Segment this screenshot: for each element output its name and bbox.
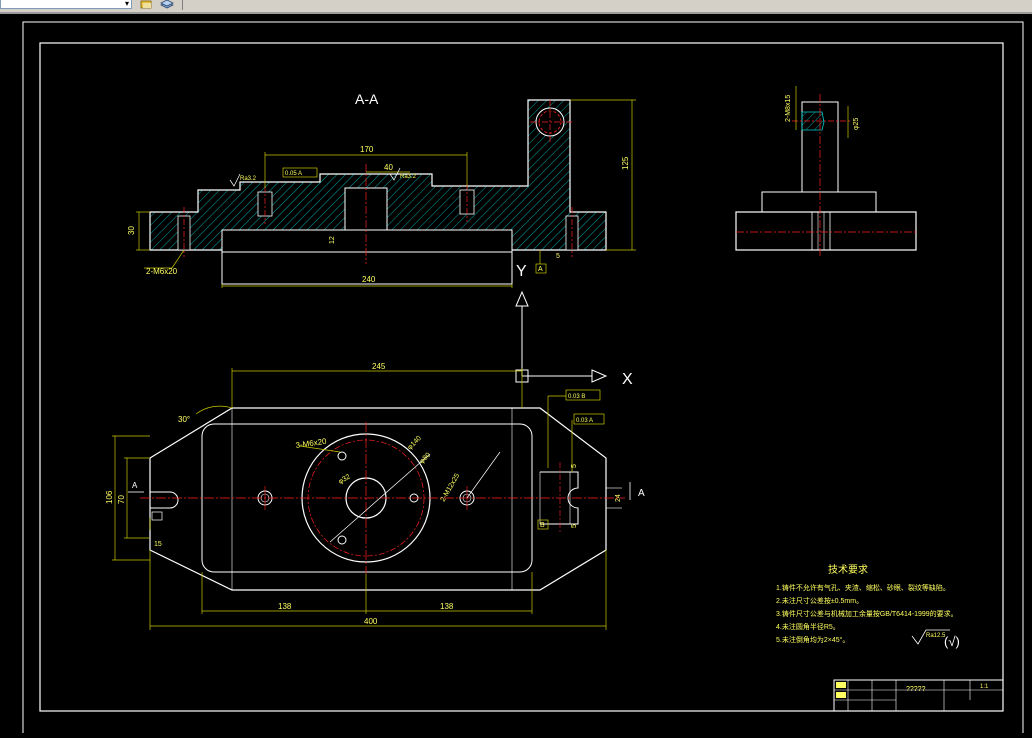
drawing-polyline [229,173,241,187]
tech-item-1: 1.铸件不允许有气孔、夹渣、缩松、砂眼、裂纹等缺陷。 [776,583,950,592]
drawing-rect [836,682,846,688]
toolbar-separator [182,0,183,10]
chevron-down-icon[interactable]: ▾ [125,0,129,8]
dim-phi140: φ140 [406,435,422,451]
dim-245: 245 [372,362,386,371]
axis-x-label: X [622,371,633,388]
tech-item-4: 4.未注圆角半径R5。 [776,622,840,631]
drawing-line [466,451,501,499]
dim-30deg: 30° [178,415,190,424]
tech-title: 技术要求 [828,563,868,576]
drawing-path [195,405,233,415]
dim-12: 12 [329,236,336,244]
drawing-rect [836,692,846,698]
flatness-text: 0.05 A [285,171,302,177]
dim-170: 170 [360,145,374,154]
ucs-axes: Y X [515,263,633,388]
layer-state-icon[interactable] [140,0,154,9]
tech-item-5: 5.未注倒角均为2×45°。 [776,635,849,644]
section-title: A-A [355,91,379,107]
dim-240: 240 [362,275,376,284]
tol-frame-b: 0.03 B [568,394,585,400]
plan-view: 3-M6x20 φ32 φ140 φ80 2-M12x25 245 30° 10… [105,362,645,630]
title-block: ????? 1:1 [833,679,1004,712]
dim-phi25: φ25 [853,118,860,130]
axis-y-label: Y [516,263,527,280]
tol-frame-a: 0.03 A [576,418,593,424]
side-view: 2-M8x15 φ25 [735,86,917,258]
side-bore [811,211,831,251]
drawing-rect [151,511,163,521]
cad-toolbar: ▾ [0,0,1032,12]
plan-slot-left [150,491,179,509]
dim-40: 40 [384,163,393,172]
dim-5-bottom: 5 [571,524,578,528]
drawing-canvas[interactable]: A-A 170 40 0.05 A Ra3.2 Ra3.2 240 125 30… [0,12,1032,735]
title-block-scale: 1:1 [980,684,989,690]
section-view-a-a: A-A 170 40 0.05 A Ra3.2 Ra3.2 240 125 30… [127,91,636,288]
plan-hole-b [337,451,347,461]
technical-requirements: 技术要求 1.铸件不允许有气孔、夹渣、缩松、砂眼、裂纹等缺陷。 2.未注尺寸公差… [776,563,960,649]
datum-a-right: A [638,488,645,499]
drawing-rect [833,679,1004,712]
dim-24: 24 [615,494,622,502]
dim-400: 400 [364,617,378,626]
plan-hole-c [337,535,347,545]
tech-item-2: 2.未注尺寸公差按±0.5mm。 [776,596,863,605]
dim-15: 15 [154,541,162,548]
drawing-polygon [515,290,529,307]
dim-125: 125 [621,156,630,170]
dim-m8: 2-M8x15 [785,95,792,122]
roughness-note: Ra12.5 [926,633,946,639]
layer-dropdown[interactable]: ▾ [0,0,132,9]
dim-30: 30 [127,226,136,235]
dim-phi32: φ32 [338,473,352,485]
dim-5: 5 [556,253,560,260]
section-base-plate [221,229,513,253]
drawing-line [171,249,185,269]
title-block-name: ????? [906,686,926,693]
datum-a-top: A [538,266,543,273]
dim-70: 70 [117,495,126,504]
dim-5-top: 5 [571,464,578,468]
roughness-tail: (√) [944,634,960,649]
roughness-2: Ra3.2 [400,174,417,180]
side-base [735,211,917,251]
dim-138-right: 138 [440,602,454,611]
roughness-1: Ra3.2 [240,176,257,182]
dim-106: 106 [105,490,114,504]
dim-138-left: 138 [278,602,292,611]
dim-m6: 2-M6x20 [146,267,178,276]
side-base-step [761,191,877,213]
engineering-drawing[interactable]: A-A 170 40 0.05 A Ra3.2 Ra3.2 240 125 30… [0,14,1032,735]
tech-item-3: 3.铸件尺寸公差与机械加工余量按GB/T6414-1999的要求。 [776,609,958,618]
datum-a-left: A [132,481,138,490]
datum-b: B [540,522,545,529]
drawing-polygon [591,369,608,383]
layer-stack-icon[interactable] [160,0,174,9]
dim-phi80: φ80 [418,452,432,466]
dim-2m12: 2-M12x25 [440,472,462,503]
